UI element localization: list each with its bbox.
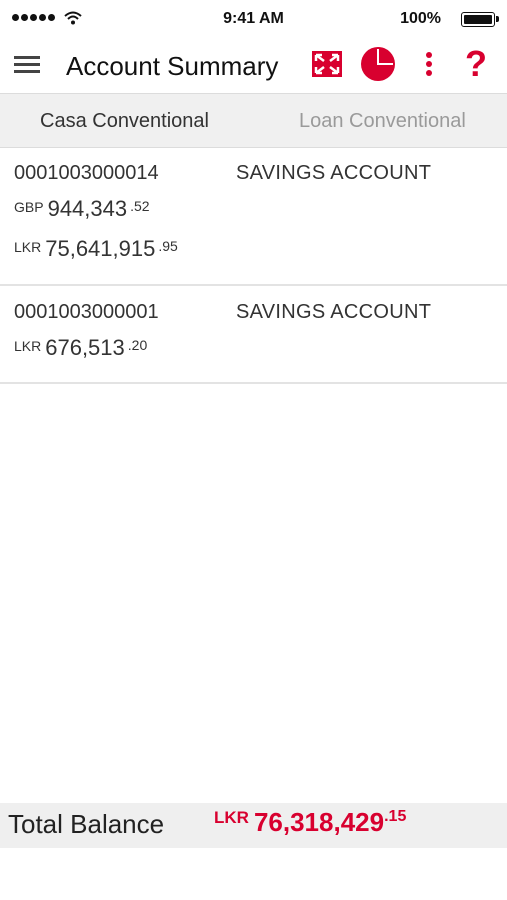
battery-icon — [461, 12, 499, 27]
account-type-tabs: Casa Conventional Loan Conventional — [0, 93, 507, 148]
total-balance-value: LKR 76,318,429.15 — [214, 807, 406, 838]
page-title: Account Summary — [66, 51, 279, 81]
app-header: Account Summary ? — [0, 40, 507, 92]
tab-loan-conventional[interactable]: Loan Conventional — [299, 110, 466, 133]
account-number: 0001003000001 — [14, 301, 159, 323]
balance-currency: GBP — [14, 199, 44, 215]
tab-casa-conventional[interactable]: Casa Conventional — [40, 110, 209, 133]
balance-line: GBP 944,343.52 — [14, 196, 150, 222]
total-balance-bar: Total Balance LKR 76,318,429.15 — [0, 803, 507, 848]
menu-icon[interactable] — [12, 50, 42, 80]
balance-currency: LKR — [14, 338, 42, 354]
pie-chart-icon[interactable] — [360, 46, 396, 82]
status-bar: 9:41 AM 100% — [0, 0, 507, 40]
total-balance-label: Total Balance — [8, 809, 165, 839]
total-amount: 76,318,429 — [253, 807, 385, 837]
balance-line: LKR 676,513.20 — [14, 335, 147, 361]
balance-amount: 676,513 — [45, 335, 125, 360]
help-icon[interactable]: ? — [458, 46, 494, 82]
balance-amount: 75,641,915 — [45, 236, 156, 261]
account-card[interactable]: 0001003000014 SAVINGS ACCOUNT GBP 944,343… — [0, 148, 507, 286]
expand-icon[interactable] — [309, 46, 345, 82]
account-type: SAVINGS ACCOUNT — [236, 301, 432, 323]
balance-currency: LKR — [14, 239, 42, 255]
balance-decimals: .95 — [158, 238, 178, 254]
balance-decimals: .20 — [127, 337, 148, 353]
total-decimals: .15 — [384, 808, 407, 825]
account-card[interactable]: 0001003000001 SAVINGS ACCOUNT LKR 676,513… — [0, 287, 507, 384]
account-type: SAVINGS ACCOUNT — [236, 162, 432, 184]
total-currency: LKR — [214, 808, 249, 827]
balance-decimals: .52 — [130, 198, 150, 214]
account-number: 0001003000014 — [14, 162, 159, 184]
more-icon[interactable] — [411, 46, 447, 82]
balance-line: LKR 75,641,915.95 — [14, 236, 178, 262]
battery-percentage: 100% — [400, 10, 441, 27]
balance-amount: 944,343 — [47, 196, 128, 221]
